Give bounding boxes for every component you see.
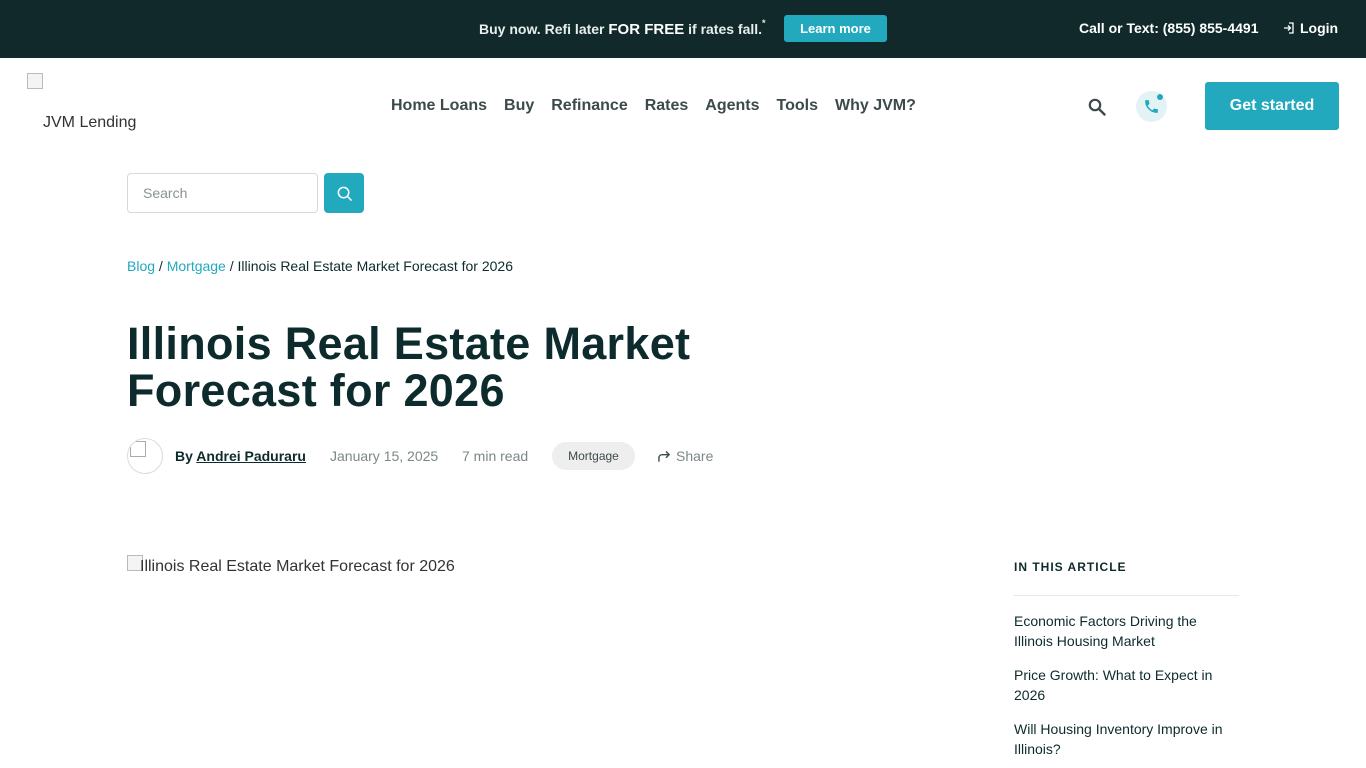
promo-asterisk: * xyxy=(762,18,766,28)
toc-title: IN THIS ARTICLE xyxy=(1014,560,1127,574)
author-link[interactable]: Andrei Paduraru xyxy=(196,448,306,464)
publish-date: January 15, 2025 xyxy=(330,448,439,464)
site-logo[interactable]: JVM Lending xyxy=(27,73,157,133)
toc-item[interactable]: Will Housing Inventory Improve in Illino… xyxy=(1014,719,1239,759)
nav-tools[interactable]: Tools xyxy=(777,97,818,115)
page-title: Illinois Real Estate Market Forecast for… xyxy=(127,318,691,416)
toc-divider xyxy=(1014,595,1239,596)
promo-bar: Buy now. Refi later FOR FREE if rates fa… xyxy=(0,0,1366,58)
promo-text: Buy now. Refi later FOR FREE if rates fa… xyxy=(479,18,766,38)
broken-image-icon xyxy=(27,73,43,89)
toc-item[interactable]: Economic Factors Driving the Illinois Ho… xyxy=(1014,611,1239,651)
call-text-link[interactable]: Call or Text: (855) 855-4491 xyxy=(1079,20,1259,36)
hero-image-alt: Illinois Real Estate Market Forecast for… xyxy=(140,558,455,575)
author-byline: By Andrei Paduraru xyxy=(175,448,306,464)
promo-text-before: Buy now. Refi later xyxy=(479,21,609,37)
login-icon xyxy=(1284,22,1294,34)
promo-text-strong: FOR FREE xyxy=(608,21,685,38)
phone-status-dot xyxy=(1157,94,1163,100)
author-avatar[interactable] xyxy=(127,438,163,474)
search-icon[interactable] xyxy=(1088,98,1106,116)
nav-refinance[interactable]: Refinance xyxy=(551,97,627,115)
breadcrumb-current: Illinois Real Estate Market Forecast for… xyxy=(237,258,513,274)
breadcrumb-separator: / xyxy=(155,258,167,274)
login-label: Login xyxy=(1300,20,1339,36)
login-link[interactable]: Login xyxy=(1283,20,1338,36)
breadcrumb-blog[interactable]: Blog xyxy=(127,258,155,274)
nav-rates[interactable]: Rates xyxy=(645,97,689,115)
breadcrumb-mortgage[interactable]: Mortgage xyxy=(167,258,226,274)
breadcrumb: Blog / Mortgage / Illinois Real Estate M… xyxy=(127,258,513,274)
main-nav: Home Loans Buy Refinance Rates Agents To… xyxy=(391,97,933,115)
phone-button[interactable] xyxy=(1136,91,1167,122)
learn-more-button[interactable]: Learn more xyxy=(784,15,887,42)
nav-buy[interactable]: Buy xyxy=(504,97,534,115)
phone-icon xyxy=(1145,100,1158,113)
toc-item[interactable]: Price Growth: What to Expect in 2026 xyxy=(1014,665,1239,705)
toc-list: Economic Factors Driving the Illinois Ho… xyxy=(1014,611,1239,768)
share-button[interactable]: Share xyxy=(658,448,713,464)
hero-image: Illinois Real Estate Market Forecast for… xyxy=(127,555,977,768)
category-tag[interactable]: Mortgage xyxy=(552,442,635,470)
share-icon xyxy=(658,450,670,462)
blog-search-button[interactable] xyxy=(324,173,364,213)
promo-text-after: if rates fall. xyxy=(684,21,763,37)
read-time: 7 min read xyxy=(462,448,529,464)
share-label: Share xyxy=(676,448,714,464)
byline-prefix: By xyxy=(175,448,197,464)
nav-why-jvm[interactable]: Why JVM? xyxy=(835,97,916,115)
search-icon xyxy=(337,186,352,201)
get-started-button[interactable]: Get started xyxy=(1205,82,1339,130)
nav-home-loans[interactable]: Home Loans xyxy=(391,97,487,115)
breadcrumb-separator: / xyxy=(225,258,238,274)
broken-image-icon xyxy=(130,441,146,457)
nav-agents[interactable]: Agents xyxy=(705,97,759,115)
logo-alt-text: JVM Lending xyxy=(43,114,137,131)
blog-search-input[interactable] xyxy=(127,173,318,213)
